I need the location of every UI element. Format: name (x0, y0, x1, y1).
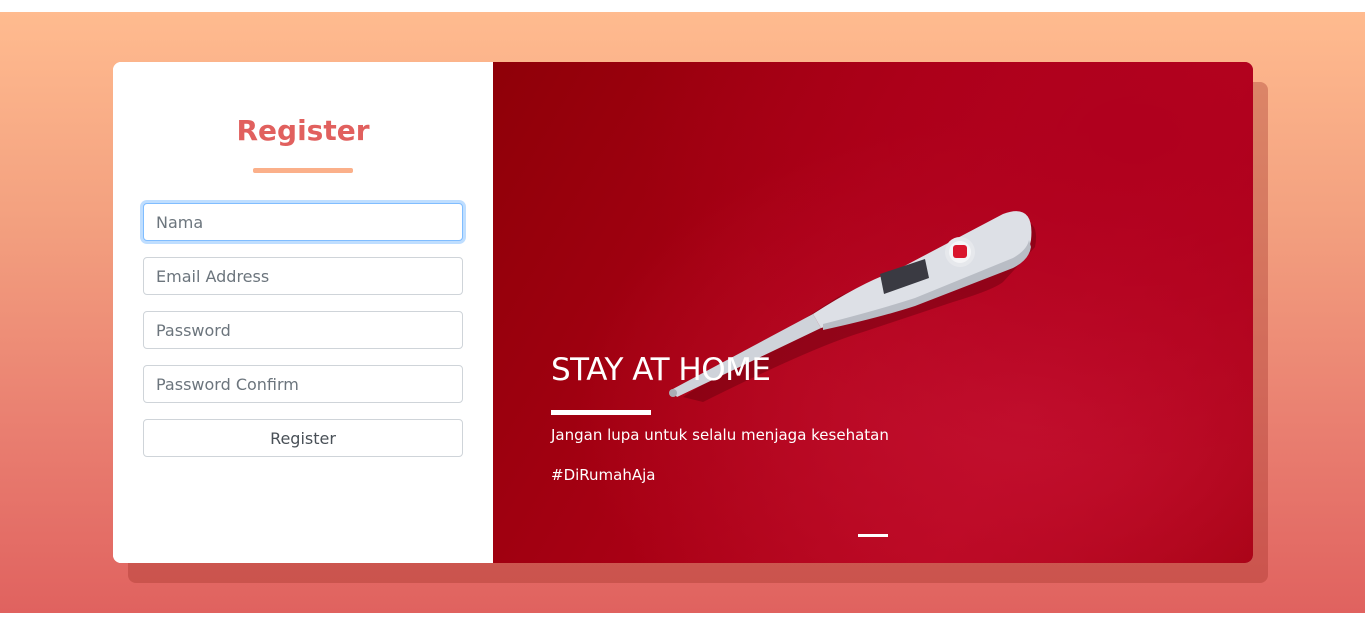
hero-title: STAY AT HOME (551, 352, 771, 388)
title-underline (253, 168, 353, 173)
email-input[interactable] (143, 257, 463, 295)
register-form: Register Register (113, 62, 493, 563)
hero-underline (551, 410, 651, 415)
password-input[interactable] (143, 311, 463, 349)
name-input[interactable] (143, 203, 463, 241)
register-card: Register Register (113, 62, 1253, 563)
hero-text: Jangan lupa untuk selalu menjaga kesehat… (551, 426, 889, 444)
register-button[interactable]: Register (143, 419, 463, 457)
password-confirm-input[interactable] (143, 365, 463, 403)
hero-banner: STAY AT HOME Jangan lupa untuk selalu me… (493, 62, 1253, 563)
form-title: Register (236, 114, 370, 147)
carousel-indicator[interactable] (858, 534, 888, 537)
hero-hashtag: #DiRumahAja (551, 466, 656, 484)
